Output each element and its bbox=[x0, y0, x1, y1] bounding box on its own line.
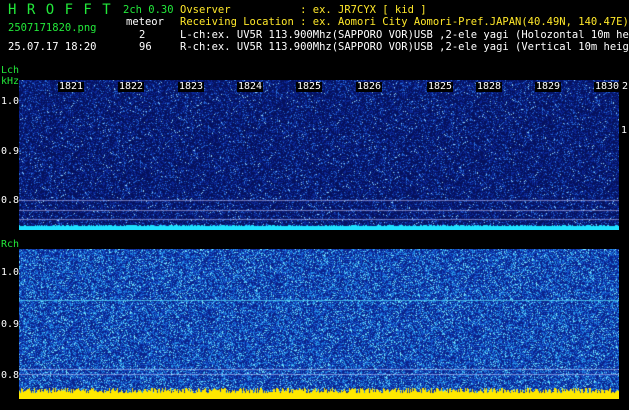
time-tick-11: 2 bbox=[621, 81, 629, 92]
time-tick-4: 1824 bbox=[237, 81, 264, 92]
rch-ytick-2: 0.9 bbox=[1, 319, 20, 330]
rch-spectrogram-canvas bbox=[19, 249, 619, 399]
count-l: 2 bbox=[139, 29, 146, 41]
lch-label: Lch bbox=[1, 65, 20, 76]
rch-description: R-ch:ex. UV5R 113.900Mhz(SAPPORO VOR)USB… bbox=[180, 41, 629, 53]
time-tick-2: 1822 bbox=[118, 81, 145, 92]
location-line: Receiving Location : ex. Aomori City Aom… bbox=[180, 16, 629, 28]
rch-ytick-3: 0.8 bbox=[1, 370, 20, 381]
time-tick-7: 1825 bbox=[427, 81, 454, 92]
mode-label: meteor bbox=[126, 16, 164, 28]
lch-spectrogram-canvas bbox=[19, 80, 619, 230]
time-tick-1: 1821 bbox=[58, 81, 85, 92]
lch-ytick-2: 0.9 bbox=[1, 146, 20, 157]
version-label: 2ch 0.30 bbox=[123, 4, 174, 16]
time-tick-5: 1825 bbox=[296, 81, 323, 92]
time-tick-3: 1823 bbox=[178, 81, 205, 92]
lch-unit: kHz bbox=[1, 76, 20, 87]
observer-line: Ovserver : ex. JR7CYX [ kid ] bbox=[180, 4, 427, 16]
file-name: 2507171820.png bbox=[8, 22, 97, 34]
timestamp: 25.07.17 18:20 bbox=[8, 41, 97, 53]
rch-label: Rch bbox=[1, 239, 20, 250]
rch-ytick-1: 1.0 bbox=[1, 267, 20, 278]
lch-ytick-1: 1.0 bbox=[1, 96, 20, 107]
rch-spectrogram bbox=[19, 249, 619, 399]
time-tick-9: 1829 bbox=[535, 81, 562, 92]
count-r: 96 bbox=[139, 41, 152, 53]
time-tick-6: 1826 bbox=[356, 81, 383, 92]
lch-description: L-ch:ex. UV5R 113.900Mhz(SAPPORO VOR)USB… bbox=[180, 29, 629, 41]
time-tick-10: 1830 bbox=[594, 81, 621, 92]
lch-spectrogram bbox=[19, 80, 619, 230]
app-title: H R O F F T bbox=[8, 2, 112, 18]
lch-right-marker: 1 bbox=[621, 125, 628, 136]
time-tick-8: 1828 bbox=[476, 81, 503, 92]
lch-ytick-3: 0.8 bbox=[1, 195, 20, 206]
